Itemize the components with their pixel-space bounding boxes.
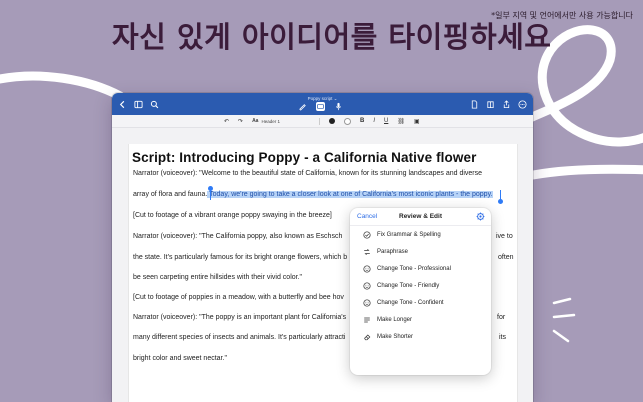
book-icon[interactable] [486,100,495,109]
sidebar-icon[interactable] [134,100,143,109]
keyboard-icon[interactable] [316,102,325,111]
menu-item-label: Change Tone - Professional [377,266,451,272]
selection-end-handle[interactable] [498,199,503,204]
bold-button[interactable]: B [360,118,364,124]
format-toolbar: ↶ ↷ Aa Header 1 B I U ⛓ ▣ [112,115,533,128]
link-icon[interactable]: ⛓ [397,118,405,125]
search-icon[interactable] [150,100,159,109]
menu-item-paraphrase[interactable]: Paraphrase [363,248,408,256]
gear-icon[interactable] [476,212,485,221]
share-icon[interactable] [502,99,511,109]
paragraph-text: array of flora and fauna. [133,191,208,198]
underline-button[interactable]: U [384,118,388,124]
document-icon[interactable] [470,99,479,109]
title-bar: Poppy script ⌄ [112,93,533,115]
paragraph-fragment: for [497,314,506,321]
menu-item-label: Make Shorter [377,334,414,340]
paragraph-line[interactable]: be seen carpeting entire hillsides with … [133,274,302,281]
paragraph-line[interactable]: Narrator (voiceover): "The California po… [133,233,342,240]
check-circle-icon [363,231,371,239]
paragraph-style-select[interactable]: Aa Header 1 [252,118,280,124]
document-heading[interactable]: Script: Introducing Poppy - a California… [132,150,476,165]
smiley-icon [363,299,371,307]
paragraph-line[interactable]: bright color and sweet nectar." [133,355,227,362]
back-icon[interactable] [118,100,127,109]
menu-item-tone-professional[interactable]: Change Tone - Professional [363,265,451,273]
menu-item-make-longer[interactable]: Make Longer [363,316,412,324]
paragraph-fragment: ive to [496,233,513,240]
paragraph-line[interactable]: the state. It's particularly famous for … [133,254,347,261]
menu-item-label: Change Tone - Friendly [377,283,440,289]
divider [318,117,320,125]
lines-icon [363,316,371,324]
italic-button[interactable]: I [373,118,375,124]
pen-icon[interactable] [298,102,307,111]
menu-item-fix-grammar[interactable]: Fix Grammar & Spelling [363,231,441,239]
paragraph-line[interactable]: Narrator (voiceover): "The poppy is an i… [133,314,346,321]
popover-title: Review & Edit [399,213,442,220]
paragraph-line[interactable]: array of flora and fauna. Today, we're g… [133,191,493,198]
promo-headline: 자신 있게 아이디어를 타이핑하세요 [112,20,552,54]
eraser-icon [363,333,371,341]
paragraph-line[interactable]: many different species of insects and an… [133,334,345,341]
more-icon[interactable] [518,99,527,109]
paraphrase-icon [363,248,371,256]
paragraph-line[interactable]: Narrator (voiceover): "Welcome to the be… [133,170,482,177]
text-style-icon: Aa [252,118,259,124]
undo-icon[interactable]: ↶ [224,118,229,125]
menu-item-label: Paraphrase [377,249,409,255]
menu-item-make-shorter[interactable]: Make Shorter [363,333,413,341]
smiley-icon [363,282,371,290]
menu-item-label: Fix Grammar & Spelling [377,232,441,238]
review-edit-popover: Cancel Review & Edit Fix Grammar & Spell… [350,208,491,375]
style-label: Header 1 [261,118,280,124]
paragraph-fragment: its [499,334,506,341]
highlight-color-swatch[interactable] [343,117,351,125]
paragraph-fragment: often [498,254,514,261]
popover-header: Cancel Review & Edit [350,208,491,226]
paragraph-line[interactable]: [Cut to footage of a vibrant orange popp… [133,212,332,219]
menu-item-label: Make Longer [377,317,413,323]
menu-item-tone-friendly[interactable]: Change Tone - Friendly [363,282,439,290]
menu-item-label: Change Tone - Confident [377,300,444,306]
sparkle-lines-icon [552,297,576,343]
promo-footnote: *일부 지역 및 언어에서만 사용 가능합니다 [491,11,633,20]
redo-icon[interactable]: ↷ [238,118,243,125]
paragraph-line[interactable]: [Cut to footage of poppies in a meadow, … [133,294,344,301]
text-color-swatch[interactable] [328,118,335,124]
selection-start-caret [210,190,211,200]
menu-item-tone-confident[interactable]: Change Tone - Confident [363,299,444,307]
selected-text[interactable]: Today, we're going to take a closer look… [207,191,493,198]
image-icon[interactable]: ▣ [414,118,420,125]
smiley-icon [363,265,371,273]
microphone-icon[interactable] [334,102,343,111]
